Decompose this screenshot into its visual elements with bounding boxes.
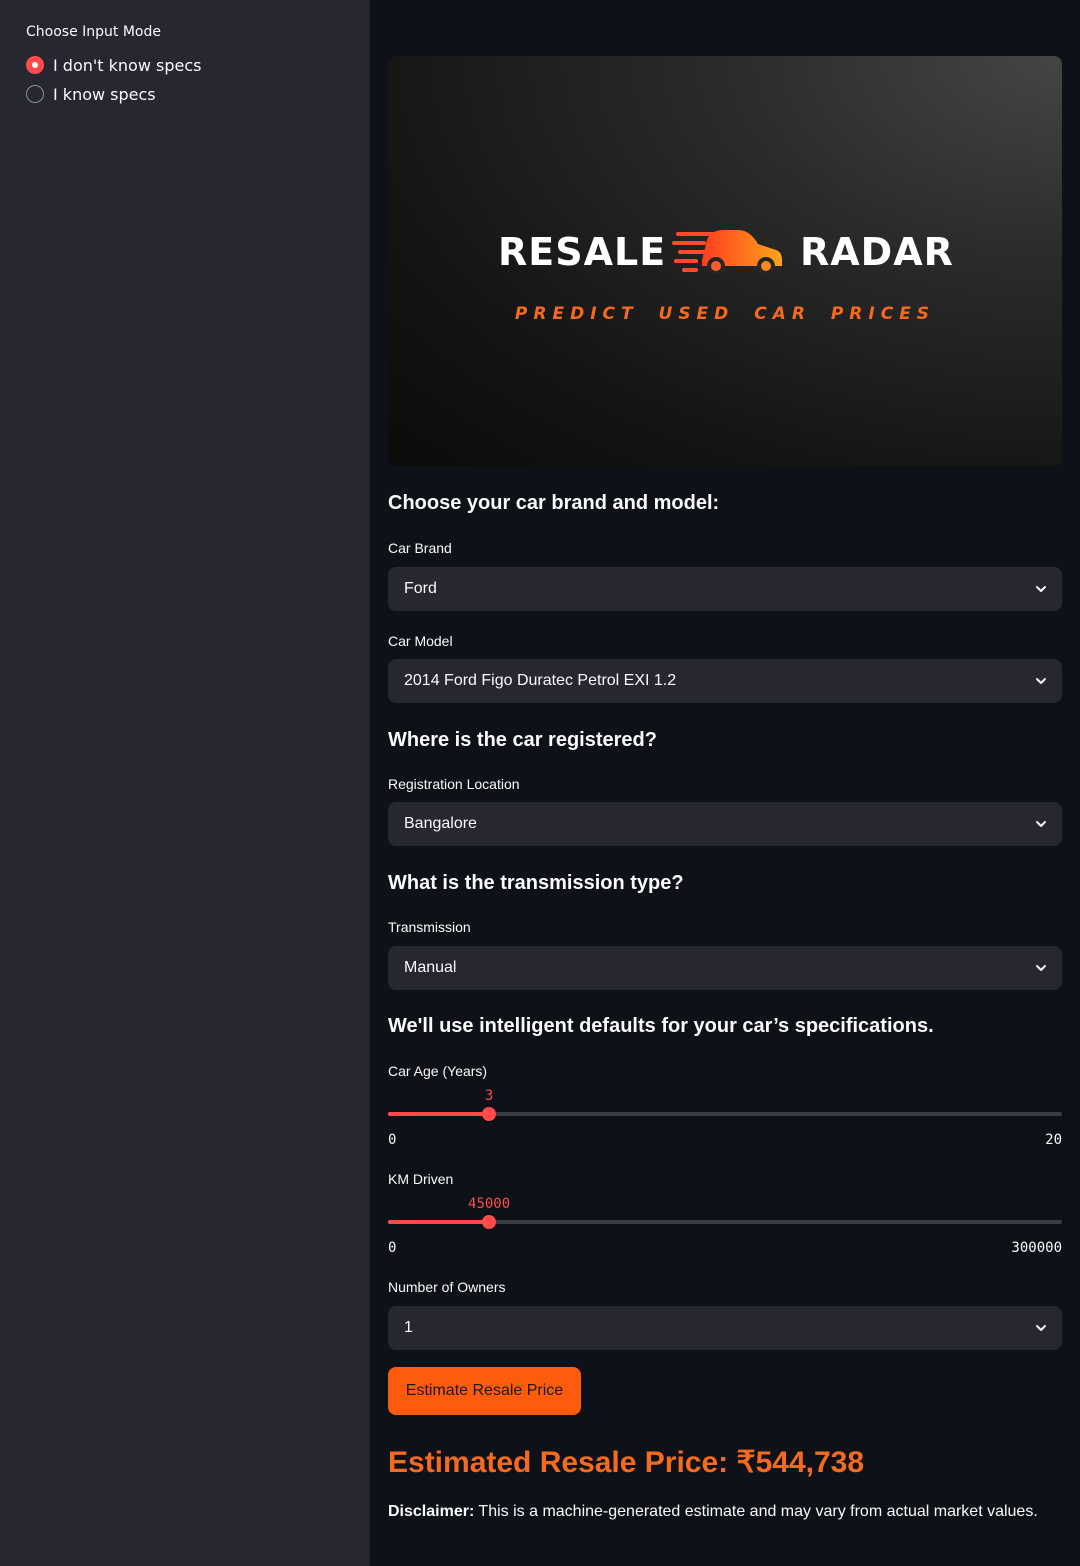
car-brand-value: Ford [404,580,437,597]
km-driven-slider[interactable]: 45000 0 300000 [388,1184,1062,1264]
disclaimer: Disclaimer: This is a machine-generated … [388,1503,1062,1521]
section-title-brand-model: Choose your car brand and model: [388,492,720,514]
registration-location-value: Bangalore [404,815,477,832]
radio-label: I know specs [53,84,156,104]
banner-tagline: PREDICT USED CAR PRICES [514,304,936,324]
disclaimer-label: Disclaimer: [388,1503,475,1520]
owners-select[interactable]: 1 [388,1306,1062,1350]
slider-max-label: 20 [1045,1132,1062,1148]
radio-checked-icon[interactable] [26,56,44,74]
car-age-slider-value: 3 [484,1088,494,1104]
section-title-transmission: What is the transmission type? [388,872,684,894]
estimate-resale-price-button[interactable]: Estimate Resale Price [388,1367,581,1415]
radio-unchecked-icon[interactable] [26,85,44,103]
car-brand-select[interactable]: Ford [388,567,1062,611]
logo-text-radar: RADAR [800,230,954,274]
km-driven-slider-value: 45000 [468,1196,511,1212]
estimated-price-result: Estimated Resale Price: ₹544,738 [388,1446,865,1479]
section-title-defaults: We'll use intelligent defaults for your … [388,1015,934,1037]
slider-thumb[interactable] [482,1215,497,1229]
slider-fill [388,1220,490,1224]
slider-max-label: 300000 [1011,1240,1062,1256]
transmission-label: Transmission [388,919,471,935]
owners-value: 1 [404,1319,413,1336]
chevron-down-icon[interactable] [1034,1321,1048,1335]
transmission-select[interactable]: Manual [388,946,1062,990]
slider-fill [388,1112,490,1116]
disclaimer-text: This is a machine-generated estimate and… [474,1503,1038,1520]
slider-min-label: 0 [388,1240,397,1256]
chevron-down-icon[interactable] [1034,961,1048,975]
slider-thumb[interactable] [482,1107,497,1121]
resale-radar-banner: RESALE RADAR PREDICT USED CAR PRICES [388,56,1062,466]
chevron-down-icon[interactable] [1034,582,1048,596]
chevron-down-icon[interactable] [1034,817,1048,831]
section-title-registration: Where is the car registered? [388,729,657,751]
car-model-label: Car Model [388,633,453,649]
sidebar: Choose Input Mode I don't know specs I k… [0,0,370,1566]
logo-text-resale: RESALE [498,230,667,274]
radio-know-specs[interactable]: I know specs [26,83,156,105]
speeding-car-icon [672,230,782,275]
car-model-select[interactable]: 2014 Ford Figo Duratec Petrol EXI 1.2 [388,659,1062,703]
car-brand-label: Car Brand [388,540,452,556]
car-age-slider[interactable]: 3 0 20 [388,1076,1062,1156]
owners-label: Number of Owners [388,1279,506,1295]
car-model-value: 2014 Ford Figo Duratec Petrol EXI 1.2 [404,672,677,689]
transmission-value: Manual [404,959,457,976]
slider-min-label: 0 [388,1132,397,1148]
registration-location-select[interactable]: Bangalore [388,802,1062,846]
radio-label: I don't know specs [53,55,202,75]
input-mode-label: Choose Input Mode [26,24,161,40]
chevron-down-icon[interactable] [1034,674,1048,688]
radio-dont-know-specs[interactable]: I don't know specs [26,54,201,76]
registration-location-label: Registration Location [388,776,520,792]
